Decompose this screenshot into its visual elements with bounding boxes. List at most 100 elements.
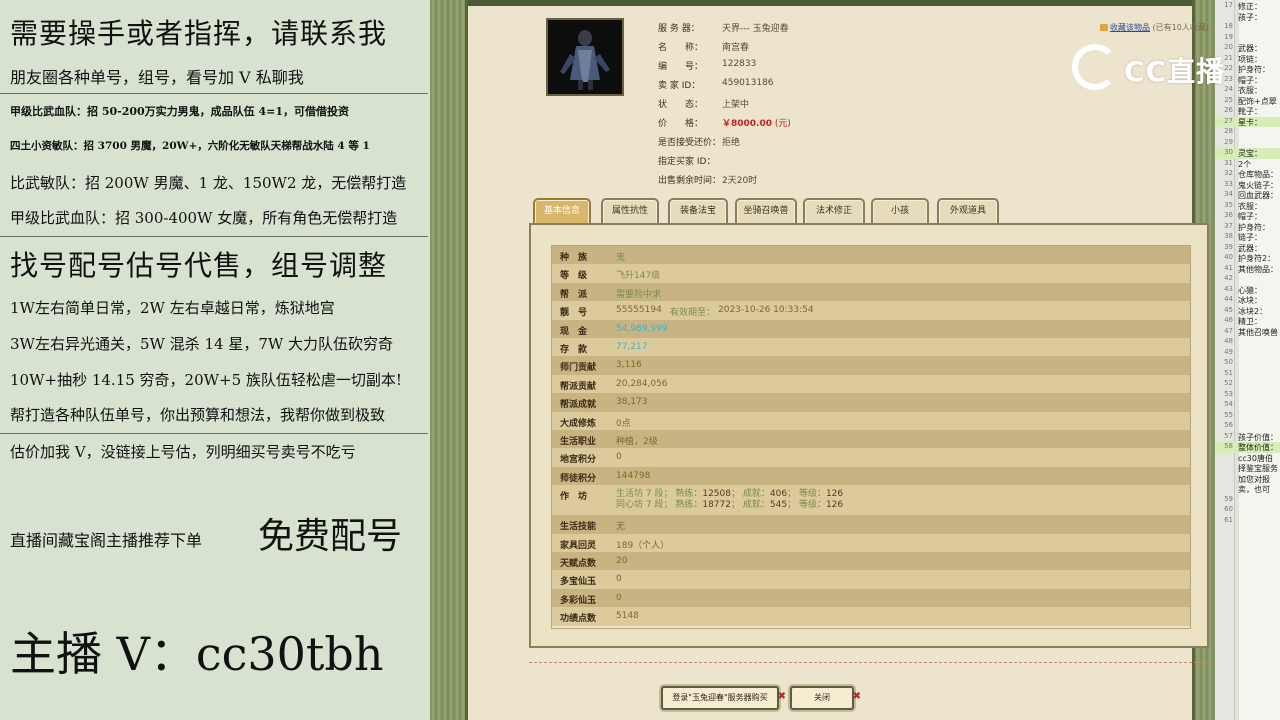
basic-info-table[interactable]: 种 族 鬼 等 级 飞升147级 帮 派 需要险中求 靓 号 55555194 <box>551 245 1191 629</box>
notes-line[interactable]: 41 其他物品： <box>1215 264 1280 275</box>
notes-line[interactable]: 卖，也可 <box>1215 484 1280 495</box>
notes-line[interactable]: 29 <box>1215 138 1280 149</box>
line-number: 61 <box>1224 515 1233 524</box>
notes-line[interactable]: 34 回血武器： <box>1215 190 1280 201</box>
notes-line[interactable]: 35 衣服： <box>1215 201 1280 212</box>
line-number: 30 <box>1224 148 1233 156</box>
notes-line[interactable]: 50 <box>1215 358 1280 369</box>
promo-panel: 需要操手或者指挥，请联系我 朋友圈各种单号，组号，看号加 V 私聊我 甲级比武血… <box>0 0 430 720</box>
notes-line[interactable]: 61 <box>1215 516 1280 527</box>
favorite-link[interactable]: 收藏该物品 <box>1110 23 1150 32</box>
line-text: 衣服： <box>1238 86 1262 95</box>
table-row: 家具回灵 189（个人） <box>552 533 1190 552</box>
notes-line[interactable]: 56 <box>1215 421 1280 432</box>
notes-line[interactable]: 46 精卫： <box>1215 316 1280 327</box>
table-row: 功绩点数 5148 <box>552 607 1190 626</box>
notes-line[interactable]: 52 <box>1215 379 1280 390</box>
notes-line[interactable]: 44 冰块： <box>1215 295 1280 306</box>
line-text: 孩子： <box>1238 12 1262 22</box>
notes-line[interactable]: 25 配饰+点翠 <box>1215 96 1280 107</box>
notes-line[interactable]: 加您对报 <box>1215 474 1280 485</box>
notes-line[interactable]: 47 其他召唤兽 <box>1215 327 1280 338</box>
tab-basic-info[interactable]: 基本信息 <box>533 198 591 224</box>
line-number: 48 <box>1224 337 1233 345</box>
tab-child[interactable]: 小孩 <box>871 198 929 224</box>
promo-line-6: 甲级比武血队：招 300-400W 女魔，所有角色无偿帮打造 <box>10 209 398 227</box>
notes-line[interactable]: 60 <box>1215 505 1280 516</box>
notes-line[interactable]: 39 武器： <box>1215 243 1280 254</box>
line-number: 42 <box>1224 274 1233 282</box>
notes-line[interactable]: 27 星卡： <box>1215 116 1280 127</box>
notes-line[interactable]: 42 <box>1215 274 1280 285</box>
tab-mounts-summons[interactable]: 坐骑召唤兽 <box>735 198 797 224</box>
table-row: 靓 号 55555194 有效期至： 2023-10-26 10:33:54 <box>552 301 1190 320</box>
notes-line[interactable]: 32 仓库物品： <box>1215 169 1280 180</box>
notes-line[interactable]: 30 灵宝： <box>1215 148 1280 159</box>
notes-line[interactable]: 17 修正： <box>1215 1 1280 12</box>
notes-line[interactable]: 孩子： <box>1215 12 1280 23</box>
close-button[interactable]: 关闭 ✖ <box>790 686 861 710</box>
screen: 需要操手或者指挥，请联系我 朋友圈各种单号，组号，看号加 V 私聊我 甲级比武血… <box>0 0 1280 720</box>
notes-line[interactable]: 54 <box>1215 400 1280 411</box>
tab-spell-correction[interactable]: 法术修正 <box>803 198 865 224</box>
line-number: 56 <box>1224 421 1233 429</box>
notes-line[interactable]: 37 护身符： <box>1215 222 1280 233</box>
id-value: 122833 <box>722 59 757 69</box>
notes-line[interactable]: 57 孩子价值： <box>1215 432 1280 443</box>
line-text: 心猿： <box>1238 285 1262 295</box>
notes-line[interactable]: 59 <box>1215 495 1280 506</box>
line-text: 护身符： <box>1238 222 1270 232</box>
line-number: 18 <box>1224 22 1233 30</box>
tab-equipment[interactable]: 装备法宝 <box>668 198 728 224</box>
notes-editor[interactable]: 17 修正： 孩子： 18 19 20 武器： 21 项链： 22 护身符： 23 帽子： 24 衣服： 25… <box>1215 0 1280 720</box>
notes-line[interactable]: 26 靴子： <box>1215 106 1280 117</box>
line-text: 鬼火链子： <box>1238 180 1278 190</box>
line-number: 25 <box>1224 95 1233 104</box>
line-text: 精卫： <box>1238 317 1262 326</box>
notes-line[interactable]: cc30唐伯 <box>1215 453 1280 464</box>
name-value: 南宫春 <box>722 43 750 53</box>
line-number: 19 <box>1224 32 1233 41</box>
notes-line[interactable]: 45 冰块2： <box>1215 306 1280 317</box>
basic-info-panel: 种 族 鬼 等 级 飞升147级 帮 派 需要险中求 靓 号 55555194 <box>529 223 1209 648</box>
notes-line[interactable]: 40 护身符2： <box>1215 253 1280 264</box>
promo-line-7: 1W左右简单日常，2W 左右卓越日常，炼狱地宫 <box>10 299 335 317</box>
notes-line[interactable]: 48 <box>1215 337 1280 348</box>
price-value: ￥8000.00 <box>722 119 772 129</box>
notes-line[interactable]: 28 <box>1215 127 1280 138</box>
line-number: 47 <box>1224 326 1233 335</box>
table-row: 师徒积分 144798 <box>552 466 1190 486</box>
line-text: 冰块： <box>1238 296 1262 305</box>
notes-line[interactable]: 55 <box>1215 411 1280 422</box>
close-x-icon: ✖ <box>852 691 861 702</box>
table-row: 多彩仙玉 0 <box>552 588 1190 608</box>
notes-line[interactable]: 49 <box>1215 348 1280 359</box>
dashed-divider <box>529 662 1209 663</box>
line-number: 57 <box>1224 431 1233 440</box>
login-server-buy-button[interactable]: 登录"玉兔迎春"服务器购买 ✖ <box>661 686 786 710</box>
table-row: 地宫积分 0 <box>552 448 1190 467</box>
line-text: 护身符2： <box>1238 254 1276 263</box>
close-x-icon: ✖ <box>777 691 786 702</box>
promo-line-4: 四土小资敏队：招 3700 男魔，20W+，六阶化无敏队天梯帮战水陆 4 等 1 <box>10 140 370 152</box>
notes-line[interactable]: 43 心猿： <box>1215 285 1280 296</box>
notes-line[interactable]: 36 帽子： <box>1215 211 1280 222</box>
tab-appearance[interactable]: 外观道具 <box>937 198 999 224</box>
notes-line[interactable]: 31 2个 <box>1215 159 1280 170</box>
notes-line[interactable]: 53 <box>1215 390 1280 401</box>
line-number: 58 <box>1224 442 1233 450</box>
notes-line[interactable]: 58 整体价值： <box>1215 442 1280 453</box>
notes-line[interactable]: 择鉴宝服务 <box>1215 463 1280 474</box>
line-number: 35 <box>1224 200 1233 209</box>
line-number: 39 <box>1224 242 1233 251</box>
notes-line[interactable]: 19 <box>1215 33 1280 44</box>
line-number: 17 <box>1224 1 1233 9</box>
notes-line[interactable]: 18 <box>1215 22 1280 33</box>
notes-line[interactable]: 38 链子： <box>1215 232 1280 243</box>
notes-line[interactable]: 33 鬼火链子： <box>1215 180 1280 191</box>
tab-attributes[interactable]: 属性抗性 <box>601 198 659 224</box>
line-number: 26 <box>1224 106 1233 114</box>
window-topbar <box>468 0 1192 6</box>
line-number: 41 <box>1224 263 1233 272</box>
notes-line[interactable]: 51 <box>1215 369 1280 380</box>
